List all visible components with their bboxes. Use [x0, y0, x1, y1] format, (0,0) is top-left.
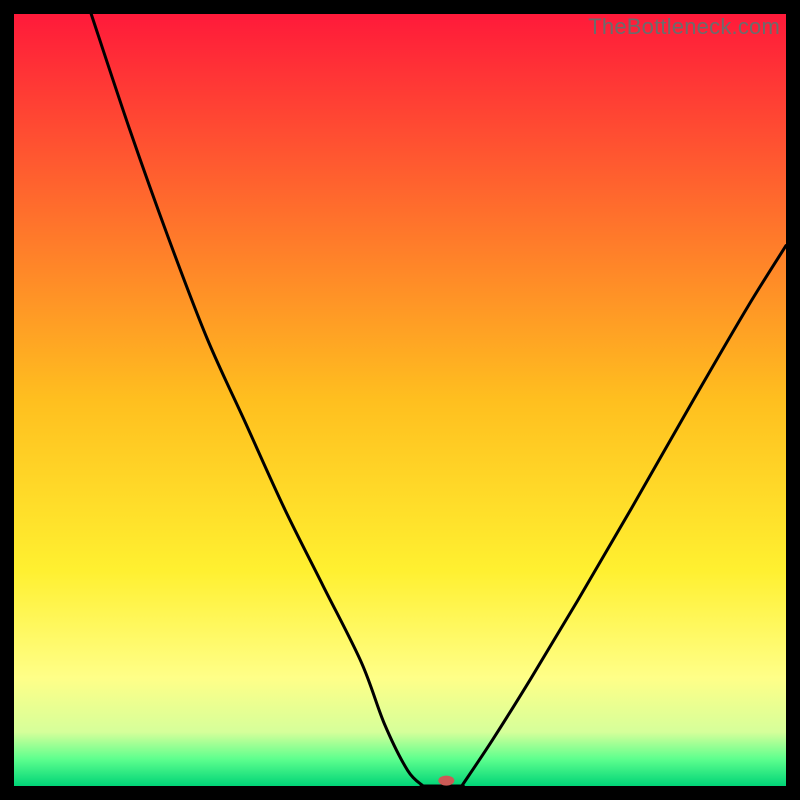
chart-frame: TheBottleneck.com — [14, 14, 786, 786]
watermark-text: TheBottleneck.com — [588, 14, 780, 40]
optimal-marker — [438, 776, 454, 786]
bottleneck-chart — [14, 14, 786, 786]
